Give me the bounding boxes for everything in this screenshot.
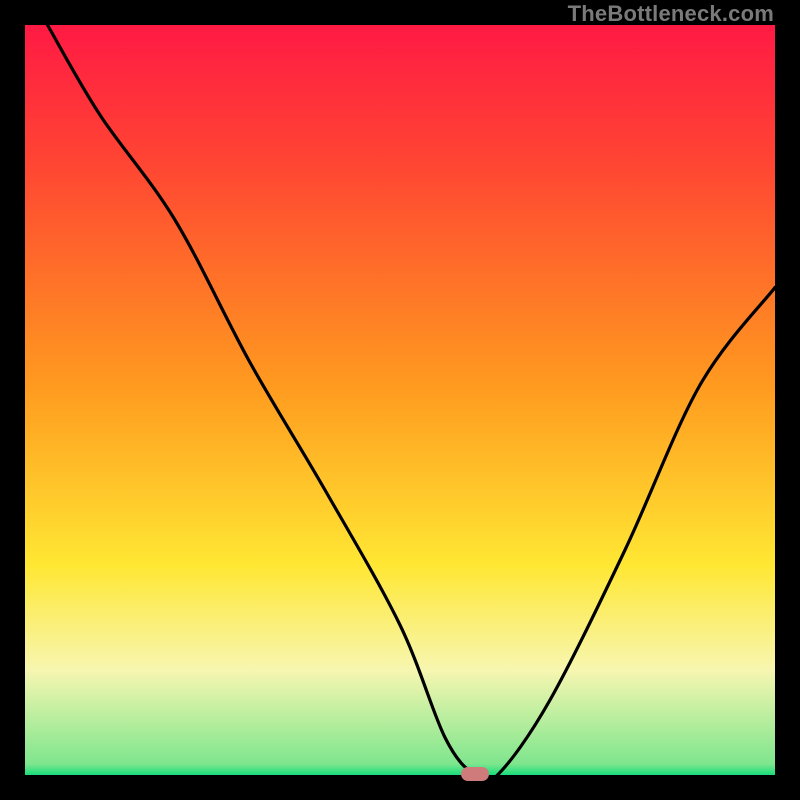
bottleneck-curve <box>48 25 776 775</box>
watermark-label: TheBottleneck.com <box>568 1 774 27</box>
chart-frame: TheBottleneck.com <box>0 0 800 800</box>
optimal-marker <box>461 767 489 781</box>
plot-area <box>25 25 775 775</box>
curve-layer <box>25 25 775 775</box>
